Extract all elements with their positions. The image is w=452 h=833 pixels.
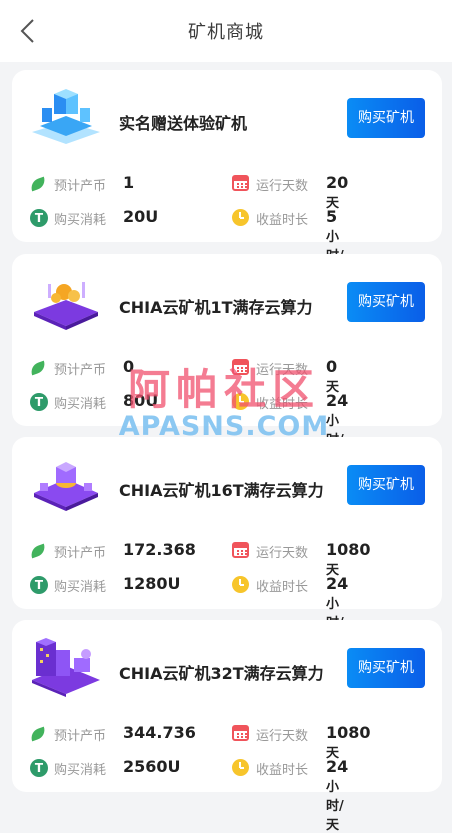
output-value: 0	[123, 357, 135, 376]
data-center-icon	[32, 638, 100, 697]
days-label: 运行天数	[256, 545, 309, 561]
hours-label: 收益时长	[256, 579, 309, 595]
hours-label: 收益时长	[256, 396, 309, 412]
product-card: CHIA云矿机16T满存云算力 购买矿机 预计产币 172.368 运行天数 1…	[12, 437, 442, 650]
product-card: 实名赠送体验矿机 购买矿机 预计产币 1 运行天数 20天 T 购买消耗 20U…	[12, 70, 442, 283]
product-card: CHIA云矿机1T满存云算力 购买矿机 预计产币 0 运行天数 0天 T 购买消…	[12, 254, 442, 467]
cost-value: 80U	[123, 391, 159, 410]
days-value: 0	[326, 357, 338, 376]
product-name: CHIA云矿机1T满存云算力	[119, 298, 313, 317]
leaf-icon	[28, 359, 48, 377]
hours-value: 24	[326, 757, 349, 776]
leaf-icon	[28, 725, 48, 743]
clock-icon	[232, 759, 250, 777]
mining-platform-icon	[34, 282, 98, 330]
t-coin-icon: T	[30, 576, 48, 594]
days-label: 运行天数	[256, 362, 309, 378]
output-value: 1	[123, 173, 135, 192]
product-card: CHIA云矿机32T满存云算力 购买矿机 预计产币 344.736 运行天数 1…	[12, 620, 442, 833]
calendar-icon	[232, 359, 250, 377]
clock-icon	[232, 393, 250, 411]
t-coin-icon: T	[30, 393, 48, 411]
cost-value: 1280U	[123, 574, 181, 593]
buy-button[interactable]: 购买矿机	[347, 465, 425, 505]
hours-label: 收益时长	[256, 212, 309, 228]
cost-value: 2560U	[123, 757, 181, 776]
cost-label: 购买消耗	[54, 762, 107, 778]
mining-rig-icon	[34, 462, 98, 511]
t-coin-icon: T	[30, 209, 48, 227]
calendar-icon	[232, 725, 250, 743]
hours-unit: 小时/天	[326, 780, 344, 833]
cost-label: 购买消耗	[54, 212, 107, 228]
leaf-icon	[28, 175, 48, 193]
output-label: 预计产币	[54, 545, 107, 561]
cost-value: 20U	[123, 207, 159, 226]
days-value: 1080	[326, 723, 371, 742]
output-value: 172.368	[123, 540, 196, 559]
calendar-icon	[232, 175, 250, 193]
output-label: 预计产币	[54, 362, 107, 378]
output-label: 预计产币	[54, 728, 107, 744]
leaf-icon	[28, 542, 48, 560]
cost-label: 购买消耗	[54, 579, 107, 595]
t-coin-icon: T	[30, 759, 48, 777]
hours-value: 5	[326, 207, 338, 226]
days-label: 运行天数	[256, 728, 309, 744]
buy-button[interactable]: 购买矿机	[347, 282, 425, 322]
product-name: CHIA云矿机16T满存云算力	[119, 481, 324, 500]
buy-button[interactable]: 购买矿机	[347, 98, 425, 138]
buy-button[interactable]: 购买矿机	[347, 648, 425, 688]
server-cube-icon	[32, 89, 100, 144]
page-title: 矿机商城	[188, 22, 264, 43]
cost-label: 购买消耗	[54, 396, 107, 412]
days-value: 20	[326, 173, 349, 192]
hours-value: 24	[326, 391, 349, 410]
output-value: 344.736	[123, 723, 196, 742]
hours-value: 24	[326, 574, 349, 593]
days-label: 运行天数	[256, 178, 309, 194]
clock-icon	[232, 576, 250, 594]
days-value: 1080	[326, 540, 371, 559]
app-header: 矿机商城	[0, 0, 452, 62]
clock-icon	[232, 209, 250, 227]
output-label: 预计产币	[54, 178, 107, 194]
calendar-icon	[232, 542, 250, 560]
product-name: 实名赠送体验矿机	[119, 114, 248, 133]
product-name: CHIA云矿机32T满存云算力	[119, 664, 324, 683]
hours-label: 收益时长	[256, 762, 309, 778]
